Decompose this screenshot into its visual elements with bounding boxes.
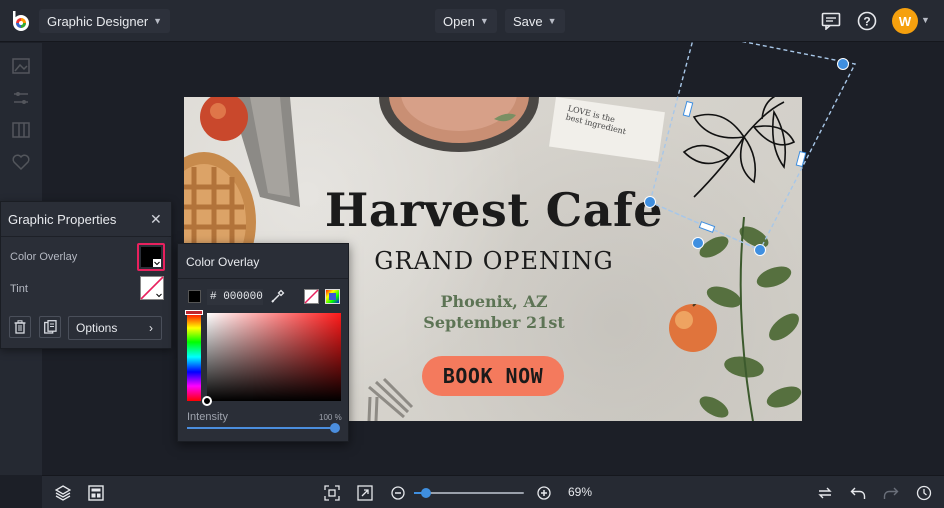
color-overlay-label: Color Overlay	[10, 251, 78, 263]
swatch-dropdown-icon	[153, 259, 161, 267]
zoom-level: 69%	[568, 485, 593, 499]
intensity-label: Intensity	[187, 411, 228, 423]
tint-label: Tint	[10, 283, 28, 295]
corner-handle[interactable]	[644, 196, 656, 208]
zoom-slider-handle[interactable]	[421, 488, 432, 498]
heart-tool-icon[interactable]	[12, 153, 30, 171]
intensity-value: 100 %	[319, 413, 342, 422]
corner-handle[interactable]	[754, 244, 766, 256]
color-overlay-swatch[interactable]	[137, 243, 165, 271]
book-now-label: BOOK NOW	[442, 364, 544, 388]
help-icon[interactable]: ?	[856, 10, 878, 32]
copy-icon	[43, 320, 57, 334]
corner-handle[interactable]	[837, 58, 849, 70]
panel-title: Graphic Properties	[8, 212, 117, 227]
eyedropper-icon[interactable]	[270, 289, 285, 304]
chevron-down-icon: ▼	[479, 16, 489, 26]
zoom-slider[interactable]	[414, 488, 524, 498]
tint-swatch[interactable]	[140, 276, 164, 300]
color-picker-handle[interactable]	[202, 396, 212, 406]
open-label: Open	[443, 13, 475, 29]
redo-icon[interactable]	[882, 484, 900, 502]
zoom-out-icon[interactable]	[389, 484, 407, 502]
layout-tool-icon[interactable]	[12, 121, 30, 139]
design-title[interactable]: Harvest Cafe	[324, 183, 664, 237]
chevron-right-icon: ›	[149, 321, 153, 335]
divider	[178, 278, 348, 279]
design-subtitle[interactable]: GRAND OPENING	[324, 247, 664, 275]
save-menu-button[interactable]: Save ▼	[505, 9, 565, 33]
templates-icon[interactable]	[87, 484, 105, 502]
saturation-value-picker[interactable]	[207, 313, 341, 401]
color-overlay-popup: Color Overlay # 000000 Intensity 100 %	[177, 243, 349, 442]
open-menu-button[interactable]: Open ▼	[435, 9, 497, 33]
save-label: Save	[513, 13, 543, 29]
close-icon[interactable]: ✕	[150, 211, 162, 228]
avatar-initial: W	[898, 13, 912, 29]
apple-illustration	[200, 97, 248, 141]
intensity-slider-handle[interactable]	[330, 423, 340, 433]
hue-slider-handle[interactable]	[185, 310, 203, 315]
user-avatar[interactable]: W	[892, 8, 918, 34]
selection-box[interactable]	[640, 42, 870, 262]
hue-slider[interactable]	[187, 313, 201, 401]
duplicate-button[interactable]	[39, 316, 61, 338]
options-button[interactable]: Options ›	[68, 316, 162, 340]
resize-handle[interactable]	[698, 221, 716, 233]
intensity-slider[interactable]	[187, 427, 338, 429]
no-color-icon[interactable]	[304, 289, 319, 304]
rotate-handle[interactable]	[692, 237, 704, 249]
top-bar: Graphic Designer ▼ Open ▼ Save ▼ ? W ▼	[0, 0, 944, 42]
hex-input[interactable]: # 000000	[207, 289, 263, 305]
design-date[interactable]: September 21st	[364, 313, 624, 332]
color-overlay-swatch-fill	[141, 247, 161, 267]
zoom-in-icon[interactable]	[535, 484, 553, 502]
expand-icon[interactable]	[356, 484, 374, 502]
chevron-down-icon: ▼	[547, 16, 557, 26]
chevron-down-icon: ▼	[153, 16, 163, 26]
undo-icon[interactable]	[849, 484, 867, 502]
adjust-tool-icon[interactable]	[12, 89, 30, 107]
current-color-swatch	[188, 290, 201, 303]
trash-icon	[14, 320, 26, 334]
app-switcher-button[interactable]: Graphic Designer ▼	[39, 9, 171, 33]
book-now-button[interactable]: BOOK NOW	[422, 356, 564, 396]
resize-handle[interactable]	[682, 100, 694, 118]
delete-button[interactable]	[9, 316, 31, 338]
divider	[1, 236, 171, 237]
app-title: Graphic Designer	[47, 13, 149, 29]
popup-title: Color Overlay	[186, 255, 260, 269]
layers-icon[interactable]	[54, 484, 72, 502]
apple-illustration	[669, 304, 717, 352]
swap-icon[interactable]	[816, 484, 834, 502]
design-city[interactable]: Phoenix, AZ	[364, 292, 624, 311]
fit-to-screen-icon[interactable]	[323, 484, 341, 502]
color-spectrum-icon[interactable]	[325, 289, 340, 304]
image-tool-icon[interactable]	[12, 57, 30, 75]
options-label: Options	[76, 321, 118, 335]
svg-text:?: ?	[863, 15, 870, 29]
bottom-bar: 69%	[42, 475, 944, 508]
comments-icon[interactable]	[820, 10, 842, 32]
chevron-down-icon[interactable]: ▼	[921, 15, 930, 25]
plate-illustration	[379, 97, 539, 152]
history-icon[interactable]	[915, 484, 933, 502]
app-logo-icon[interactable]	[9, 9, 33, 33]
